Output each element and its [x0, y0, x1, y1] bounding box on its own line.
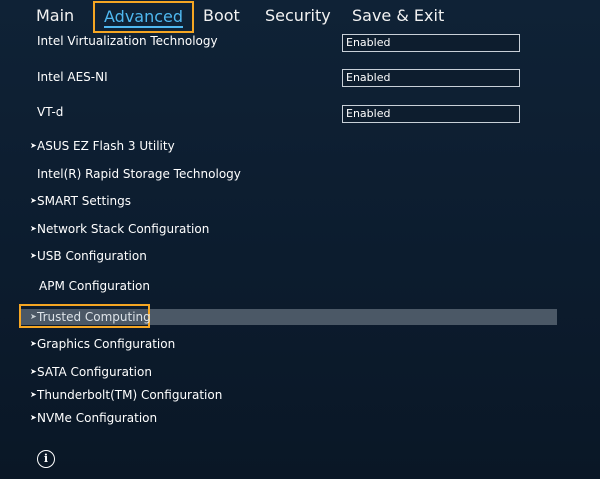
menu-item-nvme-config[interactable]: ➤ NVMe Configuration: [0, 406, 600, 430]
aes-ni-value-field[interactable]: Enabled: [342, 69, 520, 87]
menu-item-usb-config[interactable]: ➤ USB Configuration: [0, 244, 600, 268]
setting-row-virtualization[interactable]: Intel Virtualization Technology Enabled: [0, 29, 600, 53]
menu-item-sata-config[interactable]: ➤ SATA Configuration: [0, 360, 600, 384]
tab-main[interactable]: Main: [36, 0, 74, 32]
menu-item-label: SATA Configuration: [37, 365, 152, 379]
menu-item-label: USB Configuration: [37, 249, 147, 263]
info-icon[interactable]: i: [37, 450, 55, 468]
submenu-arrow-icon: ➤: [30, 390, 37, 399]
menu-item-label: NVMe Configuration: [37, 411, 158, 425]
submenu-arrow-icon: ➤: [30, 367, 37, 376]
tab-save-exit-label: Save & Exit: [352, 6, 445, 25]
tab-boot-label: Boot: [203, 6, 240, 25]
menu-item-apm-config[interactable]: APM Configuration: [0, 274, 600, 298]
menu-item-ez-flash[interactable]: ➤ ASUS EZ Flash 3 Utility: [0, 134, 600, 158]
menu-item-thunderbolt-config[interactable]: ➤ Thunderbolt(TM) Configuration: [0, 383, 600, 407]
tab-save-exit[interactable]: Save & Exit: [352, 0, 444, 32]
virtualization-value-field[interactable]: Enabled: [342, 34, 520, 52]
menu-item-label: Intel(R) Rapid Storage Technology: [37, 167, 241, 181]
menu-item-label: Network Stack Configuration: [37, 222, 210, 236]
submenu-arrow-icon: ➤: [30, 312, 37, 321]
submenu-arrow-icon: ➤: [30, 339, 37, 348]
menu-item-rapid-storage[interactable]: Intel(R) Rapid Storage Technology: [0, 162, 600, 186]
menu-item-label: ASUS EZ Flash 3 Utility: [37, 139, 175, 153]
tab-security[interactable]: Security: [265, 0, 331, 32]
tab-main-label: Main: [36, 6, 75, 25]
submenu-arrow-icon: ➤: [30, 224, 37, 233]
submenu-arrow-icon: ➤: [30, 141, 37, 150]
menu-item-graphics-config[interactable]: ➤ Graphics Configuration: [0, 332, 600, 356]
menu-item-smart-settings[interactable]: ➤ SMART Settings: [0, 189, 600, 213]
menu-item-label: APM Configuration: [39, 279, 150, 293]
menu-item-label: Thunderbolt(TM) Configuration: [37, 388, 223, 402]
tab-boot[interactable]: Boot: [203, 0, 240, 32]
submenu-arrow-icon: ➤: [30, 196, 37, 205]
tab-security-label: Security: [265, 6, 331, 25]
tab-advanced-label: Advanced: [104, 7, 184, 28]
menu-item-trusted-computing[interactable]: ➤ Trusted Computing: [0, 305, 600, 329]
menu-item-label: Graphics Configuration: [37, 337, 176, 351]
setting-label: Intel AES-NI: [37, 70, 108, 84]
menu-item-label: SMART Settings: [37, 194, 132, 208]
setting-row-vt-d[interactable]: VT-d Enabled: [0, 100, 600, 124]
setting-label: VT-d: [37, 105, 64, 119]
menu-item-label: Trusted Computing: [37, 310, 151, 324]
menu-item-network-stack[interactable]: ➤ Network Stack Configuration: [0, 217, 600, 241]
submenu-arrow-icon: ➤: [30, 413, 37, 422]
setting-label: Intel Virtualization Technology: [37, 34, 218, 48]
vt-d-value-field[interactable]: Enabled: [342, 105, 520, 123]
setting-row-aes-ni[interactable]: Intel AES-NI Enabled: [0, 65, 600, 89]
submenu-arrow-icon: ➤: [30, 251, 37, 260]
